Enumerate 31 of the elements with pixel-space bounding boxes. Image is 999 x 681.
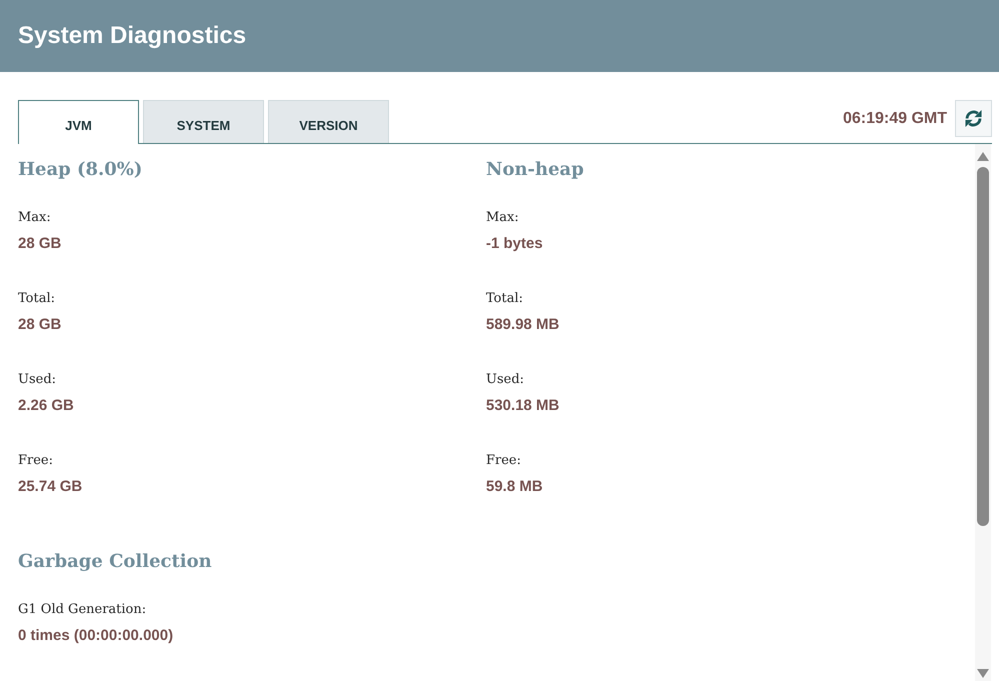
section-heading: Non-heap xyxy=(486,158,585,182)
stat-value: 28 GB xyxy=(18,234,62,254)
scroll-down-arrow-icon[interactable] xyxy=(977,669,989,678)
stat-label: Used: xyxy=(18,371,58,389)
tab[interactable]: JVM xyxy=(18,100,139,144)
stat-value: 589.98 MB xyxy=(486,315,560,335)
stat-value: 25.74 GB xyxy=(18,477,84,497)
scrollbar-thumb[interactable] xyxy=(977,167,989,526)
stat-label: Total: xyxy=(486,290,524,308)
section-heading: Garbage Collection xyxy=(18,550,213,574)
refresh-icon xyxy=(964,109,983,128)
stat-label: Used: xyxy=(486,371,526,389)
scroll-up-arrow-icon[interactable] xyxy=(977,152,989,161)
tab[interactable]: SYSTEM xyxy=(143,100,264,143)
stat-label: Max: xyxy=(486,209,520,227)
tab[interactable]: VERSION xyxy=(268,100,389,143)
timestamp: 06:19:49 GMT xyxy=(842,110,947,128)
stat-value: 530.18 MB xyxy=(486,396,560,416)
stat-value: 2.26 GB xyxy=(18,396,75,416)
stat-value: -1 bytes xyxy=(486,234,544,254)
stat-label: Total: xyxy=(18,290,56,308)
refresh-button[interactable] xyxy=(955,100,992,137)
stat-label: Max: xyxy=(18,209,52,227)
stat-label: Free: xyxy=(486,452,522,470)
stat-label: G1 Old Generation: xyxy=(18,601,148,619)
stat-value: 28 GB xyxy=(18,315,62,335)
stat-label: Free: xyxy=(18,452,54,470)
page-title: System Diagnostics xyxy=(18,22,246,50)
stat-value: 0 times (00:00:00.000) xyxy=(18,626,174,646)
stat-value: 59.8 MB xyxy=(486,477,544,497)
section-heading: Heap (8.0%) xyxy=(18,158,144,182)
